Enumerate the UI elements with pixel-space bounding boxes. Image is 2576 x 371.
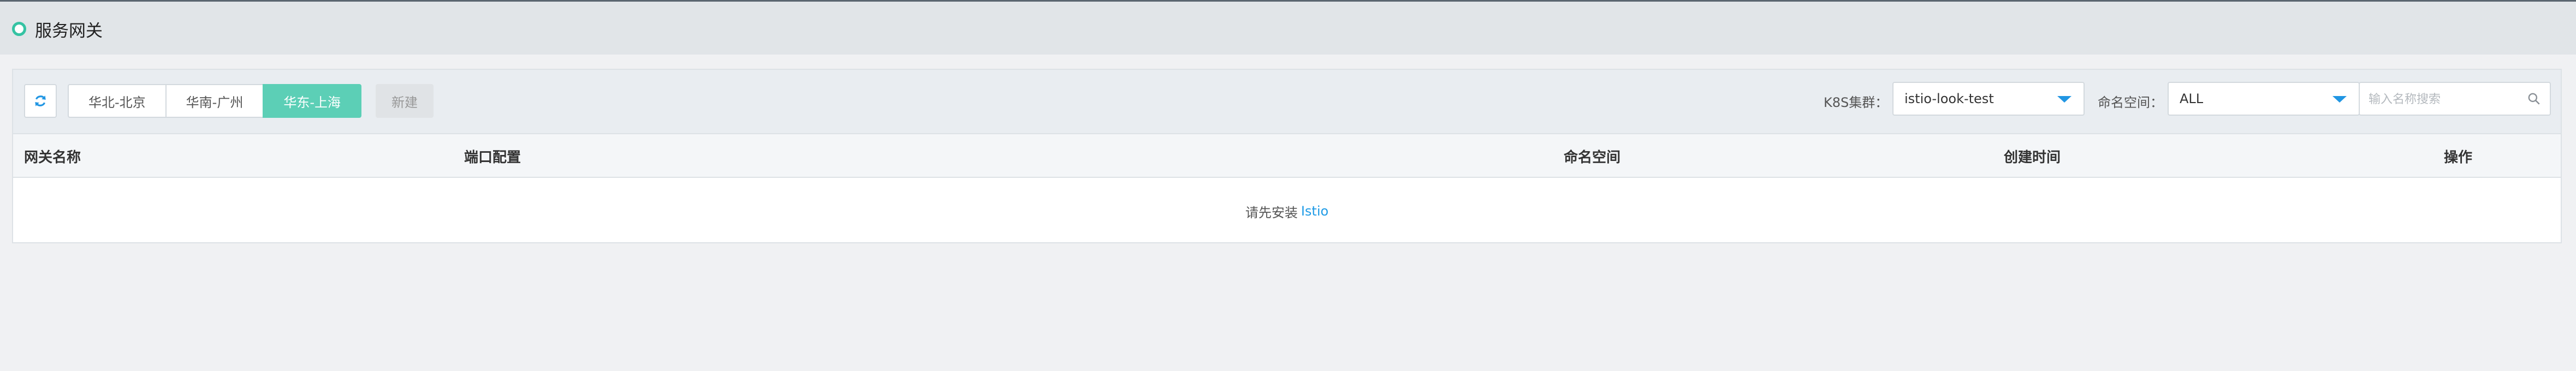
namespace-select-value: ALL xyxy=(2180,91,2204,106)
page-header: 服务网关 xyxy=(0,0,2576,55)
table-header: 网关名称 端口配置 命名空间 创建时间 操作 xyxy=(13,134,2561,178)
region-tab-east-shanghai[interactable]: 华东-上海 xyxy=(263,84,362,118)
empty-table-message: 请先安装 Istio xyxy=(13,179,2561,243)
search-box xyxy=(2359,82,2551,116)
search-input[interactable] xyxy=(2369,88,2516,110)
chevron-down-icon xyxy=(2057,96,2072,103)
column-header-namespace: 命名空间 xyxy=(1564,149,1621,166)
toolbar: 华北-北京 华南-广州 华东-上海 新建 K8S集群： istio-look-t… xyxy=(13,70,2561,134)
refresh-button[interactable] xyxy=(24,84,57,118)
search-icon[interactable] xyxy=(2527,92,2541,106)
page-title: 服务网关 xyxy=(35,21,103,41)
cluster-select-value: istio-look-test xyxy=(1904,91,1994,106)
column-header-gateway-name: 网关名称 xyxy=(24,149,81,166)
gateway-panel: 华北-北京 华南-广州 华东-上海 新建 K8S集群： istio-look-t… xyxy=(12,69,2562,243)
status-ring-icon xyxy=(12,22,26,36)
install-istio-link[interactable]: Istio xyxy=(1301,204,1328,219)
chevron-down-icon xyxy=(2332,96,2347,103)
title-wrap: 服务网关 xyxy=(12,18,103,41)
cluster-select[interactable]: istio-look-test xyxy=(1892,82,2085,116)
column-header-actions: 操作 xyxy=(2444,149,2473,166)
region-tabs: 华北-北京 华南-广州 华东-上海 xyxy=(68,84,362,118)
column-header-port-config: 端口配置 xyxy=(464,149,521,166)
region-tab-south-guangzhou[interactable]: 华南-广州 xyxy=(165,84,264,118)
empty-text: 请先安装 xyxy=(1245,205,1298,220)
refresh-icon xyxy=(35,95,46,106)
new-button[interactable]: 新建 xyxy=(376,84,434,118)
namespace-select[interactable]: ALL xyxy=(2168,82,2360,116)
region-tab-north-beijing[interactable]: 华北-北京 xyxy=(68,84,167,118)
namespace-label: 命名空间： xyxy=(2098,94,2163,110)
cluster-label: K8S集群： xyxy=(1824,94,1889,110)
column-header-created-time: 创建时间 xyxy=(2004,149,2061,166)
